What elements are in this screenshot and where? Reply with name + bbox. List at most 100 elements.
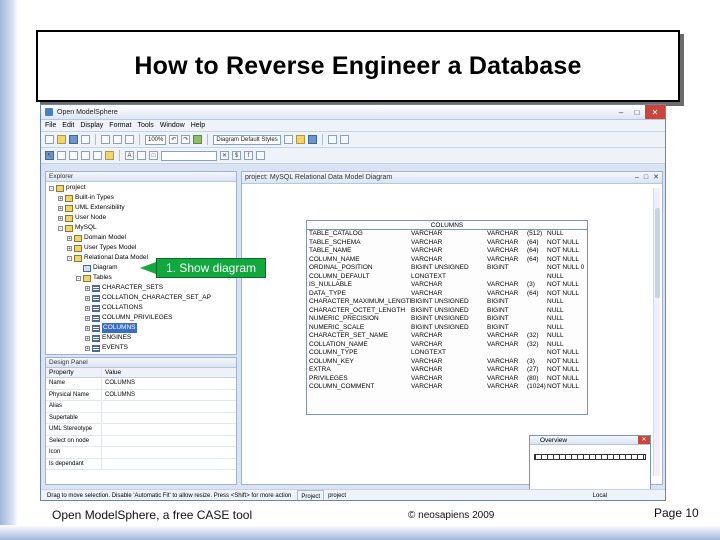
text-tool-icon[interactable]: A [125,151,134,160]
entity-column-row[interactable]: NUMERIC_PRECISION BIGINT UNSIGNED BIGINT NU… [307,315,587,324]
overview-thumbnail[interactable] [534,454,646,460]
menu-display[interactable]: Display [80,122,103,129]
entity-column-row[interactable]: COLUMN_NAME VARCHAR VARCHAR (64) NOT NULL [307,256,587,265]
menu-window[interactable]: Window [160,122,185,129]
link-tool-icon[interactable] [81,151,90,160]
line-style-icon[interactable] [283,135,293,144]
close-icon[interactable]: ✕ [653,172,659,183]
entity-column-row[interactable]: COLLATION_NAME VARCHAR VARCHAR (32) NULL [307,341,587,350]
tree-node[interactable]: + User Node [46,213,236,223]
close-icon[interactable]: ✕ [638,436,650,444]
entity-column-row[interactable]: TABLE_CATALOG VARCHAR VARCHAR (512) NULL [307,230,587,239]
entity-column-row[interactable]: DATA_TYPE VARCHAR VARCHAR (64) NOT NULL [307,290,587,299]
overview-window[interactable]: Overview ✕ [529,435,651,491]
expand-icon[interactable]: + [67,235,72,241]
tree-node[interactable]: + Domain Model [46,233,236,243]
fill-color-icon[interactable] [295,135,305,144]
expand-icon[interactable]: + [85,285,90,291]
expand-icon[interactable]: + [85,295,90,301]
collapse-icon[interactable]: - [67,255,72,261]
entity-column-row[interactable]: TABLE_SCHEMA VARCHAR VARCHAR (64) NOT NULL [307,239,587,248]
new-icon[interactable] [45,135,54,144]
tree-node[interactable]: + UML Extensibility [46,203,236,213]
property-row[interactable]: Select on node [46,435,236,447]
font-color-icon[interactable] [137,151,146,160]
restore-icon[interactable]: □ [644,172,648,183]
entity-column-row[interactable]: COLUMN_COMMENT VARCHAR VARCHAR (1024) NOT NU… [307,383,587,392]
entity-column-row[interactable]: IS_NULLABLE VARCHAR VARCHAR (3) NOT NULL [307,281,587,290]
collapse-icon[interactable]: - [76,275,81,281]
entity-column-row[interactable]: COLUMN_KEY VARCHAR VARCHAR (3) NOT NULL [307,358,587,367]
note-tool-icon[interactable] [105,151,114,160]
property-value[interactable] [102,459,236,470]
expand-icon[interactable]: + [85,345,90,351]
close-icon[interactable]: ✕ [645,105,665,119]
paste-icon[interactable] [125,135,134,144]
rectangle-tool-icon[interactable]: □ [149,151,158,160]
menu-edit[interactable]: Edit [62,122,74,129]
entity-column-row[interactable]: CHARACTER_SET_NAME VARCHAR VARCHAR (32) NULL [307,332,587,341]
tree-node[interactable]: + COLUMNS [46,323,236,333]
tree-node[interactable]: - project [46,183,236,193]
scrollbar-thumb[interactable] [655,208,660,298]
entity-column-row[interactable]: COLUMN_TYPE LONGTEXT NOT NULL [307,349,587,358]
save-icon[interactable] [69,135,78,144]
collapse-icon[interactable]: - [58,225,63,231]
view-tool-icon[interactable] [69,151,78,160]
diagram-icon[interactable] [307,135,317,144]
menu-file[interactable]: File [45,122,56,129]
tree-node[interactable]: + EVENTS [46,343,236,353]
property-row[interactable]: Physical Name COLUMNS [46,389,236,401]
tree-node[interactable]: + Built-in Types [46,193,236,203]
menu-format[interactable]: Format [109,122,131,129]
undo-icon[interactable]: ↶ [169,135,179,144]
app-titlebar[interactable]: Open ModelSphere – □ ✕ [41,105,665,120]
delete-icon[interactable]: ✕ [220,151,229,160]
table-tool-icon[interactable] [57,151,66,160]
entity-column-row[interactable]: ORDINAL_POSITION BIGINT UNSIGNED BIGINT NOT… [307,264,587,273]
property-row[interactable]: Icon [46,447,236,459]
redo-icon[interactable]: ↷ [181,135,191,144]
property-value[interactable]: COLUMNS [102,378,236,389]
style-select[interactable]: Diagram Default Styles [213,134,281,145]
entity-column-row[interactable]: EXTRA VARCHAR VARCHAR (27) NOT NULL [307,366,587,375]
property-value[interactable] [102,413,236,424]
currency-icon[interactable]: $ [232,151,241,160]
tree-node[interactable]: + CHARACTER_SETS [46,283,236,293]
cut-icon[interactable] [101,135,110,144]
grid-icon[interactable] [327,135,337,144]
vertical-scrollbar[interactable] [653,188,660,476]
entity-column-row[interactable]: TABLE_NAME VARCHAR VARCHAR (64) NOT NULL [307,247,587,256]
tree-node[interactable]: + ENGINES [46,333,236,343]
property-row[interactable]: UML Stereotype [46,424,236,436]
entity-column-row[interactable]: CHARACTER_MAXIMUM_LENGTH BIGINT UNSIGNED B… [307,298,587,307]
settings-icon[interactable] [256,151,265,160]
menu-tools[interactable]: Tools [137,122,153,129]
tree-node[interactable]: + User Types Model [46,243,236,253]
expand-icon[interactable]: + [58,195,63,201]
entity-column-row[interactable]: CHARACTER_OCTET_LENGTH BIGINT UNSIGNED BIG… [307,307,587,316]
zoom-select[interactable]: 100% [145,134,167,145]
expand-icon[interactable]: + [85,325,90,331]
property-row[interactable]: Supertable [46,412,236,424]
select-tool-icon[interactable]: ↖ [45,151,54,160]
table-entity-columns[interactable]: COLUMNS TABLE_CATALOG VARCHAR VARCHAR (512)… [306,220,588,415]
expand-icon[interactable]: + [85,335,90,341]
zoom-fit-icon[interactable] [193,135,203,144]
tree-node[interactable]: + COLUMN_PRIVILEGES [46,313,236,323]
tree-node[interactable]: + COLLATIONS [46,303,236,313]
minimize-icon[interactable]: – [635,172,639,183]
copy-icon[interactable] [113,135,122,144]
property-value[interactable] [102,436,236,447]
property-row[interactable]: Is dependant [46,458,236,470]
expand-icon[interactable]: + [67,245,72,251]
property-row[interactable]: Alias [46,401,236,413]
minimize-icon[interactable]: – [613,105,629,119]
entity-column-row[interactable]: PRIVILEGES VARCHAR VARCHAR (80) NOT NULL [307,375,587,384]
open-folder-icon[interactable] [57,135,66,144]
entity-column-row[interactable]: NUMERIC_SCALE BIGINT UNSIGNED BIGINT NULL [307,324,587,333]
expand-icon[interactable]: + [85,305,90,311]
property-value[interactable] [102,447,236,458]
expand-icon[interactable]: + [58,205,63,211]
align-icon[interactable] [339,135,349,144]
